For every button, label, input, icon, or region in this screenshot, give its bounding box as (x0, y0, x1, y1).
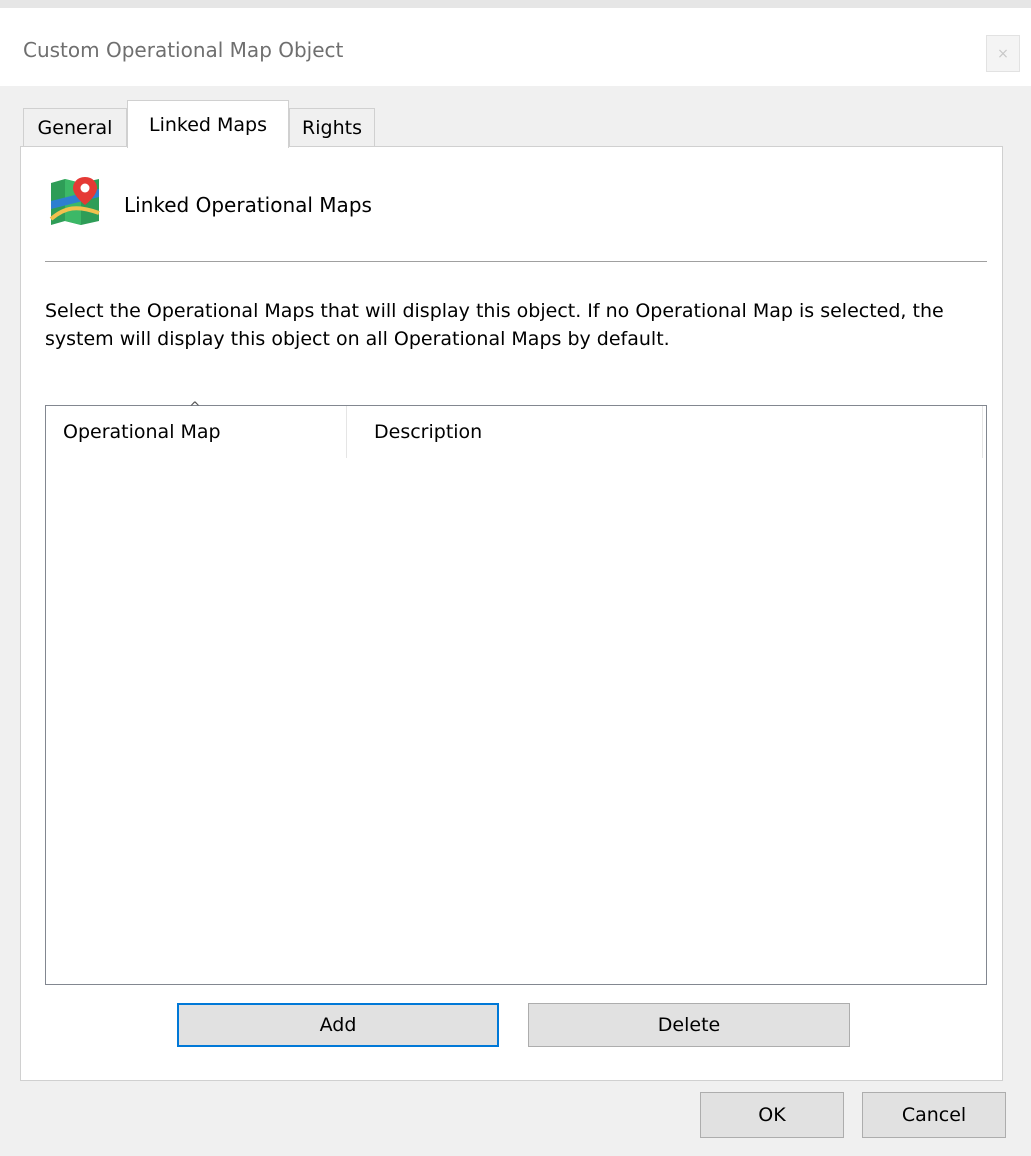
window-title: Custom Operational Map Object (23, 38, 344, 62)
operational-maps-list[interactable]: ^ Operational Map Description (45, 400, 987, 985)
delete-button[interactable]: Delete (528, 1003, 850, 1047)
sort-ascending-icon: ^ (189, 400, 201, 416)
instructions-text: Select the Operational Maps that will di… (45, 300, 944, 350)
panel-title: Linked Operational Maps (124, 193, 372, 217)
tab-general[interactable]: General (23, 108, 127, 146)
column-header-label: Operational Map (63, 421, 221, 443)
close-icon: × (997, 45, 1009, 62)
ok-button[interactable]: OK (700, 1092, 844, 1138)
tab-rights[interactable]: Rights (289, 108, 375, 146)
divider (45, 261, 987, 262)
column-header-label: Description (374, 421, 483, 443)
dialog-window: Custom Operational Map Object × General … (0, 8, 1031, 1156)
close-button[interactable]: × (986, 35, 1020, 72)
tab-panel-linked-maps: Linked Operational Maps Select the Opera… (20, 146, 1003, 1081)
tab-linked-maps[interactable]: Linked Maps (127, 100, 289, 148)
add-button[interactable]: Add (177, 1003, 499, 1047)
column-header-operational-map[interactable]: ^ Operational Map (46, 400, 347, 458)
page: Custom Operational Map Object × General … (0, 0, 1031, 1156)
map-pin-icon (47, 175, 105, 227)
column-header-description[interactable]: Description (347, 406, 983, 458)
title-bar[interactable]: Custom Operational Map Object × (0, 8, 1031, 86)
cancel-button[interactable]: Cancel (862, 1092, 1006, 1138)
